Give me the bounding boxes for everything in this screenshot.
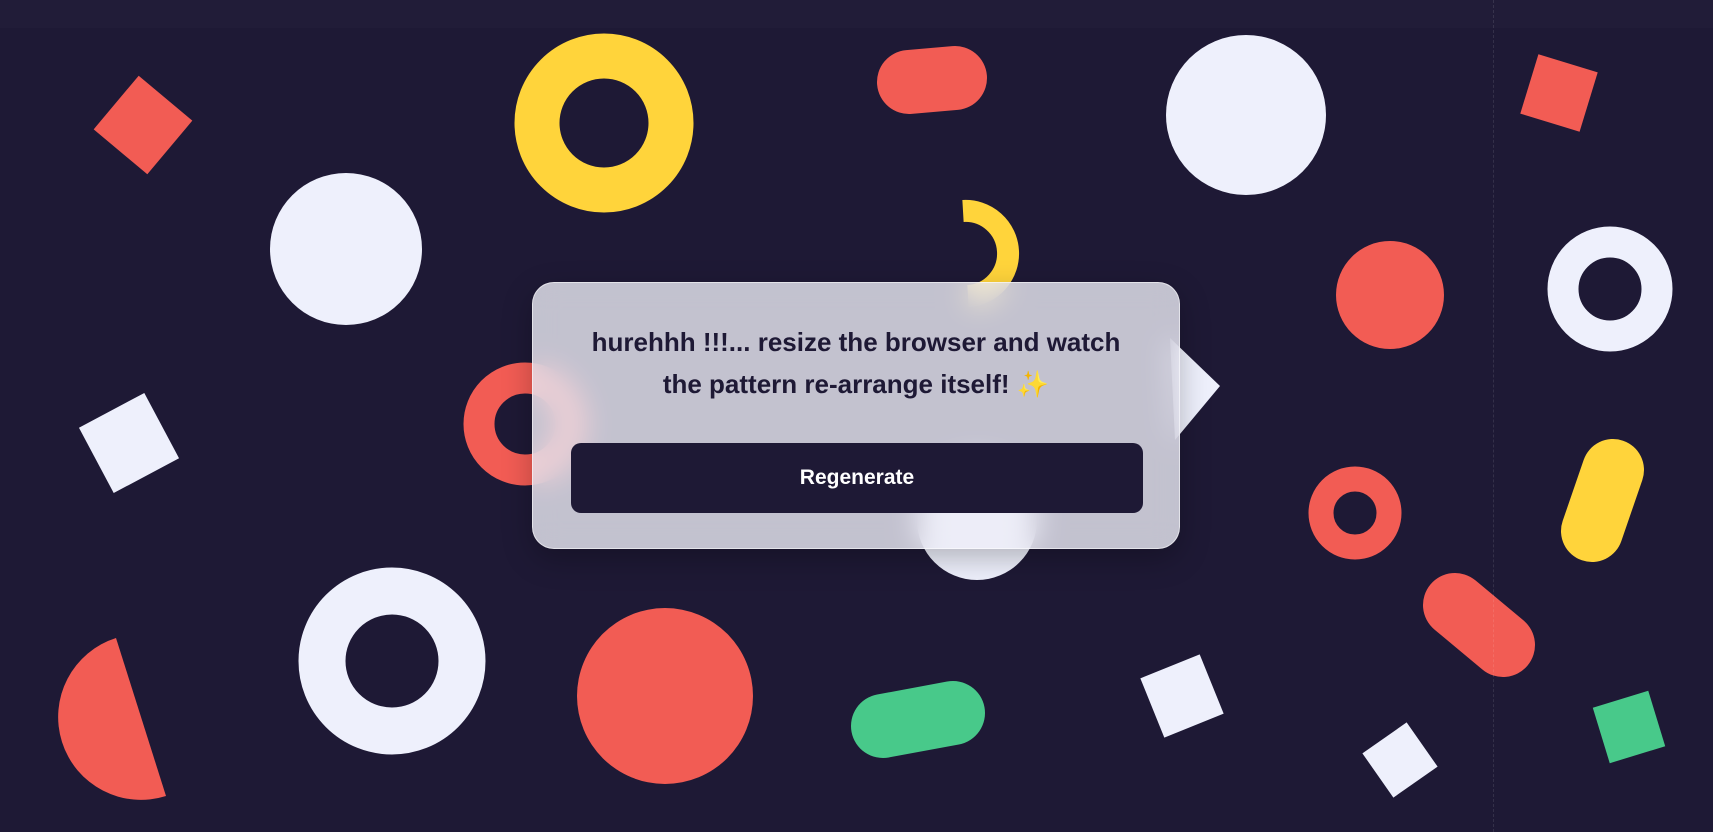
card-message: hurehhh !!!... resize the browser and wa… (573, 321, 1139, 405)
dashed-divider (1493, 0, 1494, 832)
white-square (1140, 654, 1224, 738)
white-square (78, 392, 180, 494)
white-circle (270, 173, 422, 325)
yellow-ring (514, 33, 694, 213)
yellow-pill (1561, 439, 1644, 562)
white-ring (1547, 226, 1673, 352)
message-card: hurehhh !!!... resize the browser and wa… (532, 282, 1180, 549)
white-square (1362, 722, 1438, 798)
white-circle (1166, 35, 1326, 195)
coral-square (1520, 54, 1598, 132)
pattern-canvas: hurehhh !!!... resize the browser and wa… (0, 0, 1713, 832)
green-square (1592, 690, 1666, 764)
coral-square (93, 75, 193, 175)
sparkles-icon: ✨ (1016, 369, 1050, 399)
green-pill (851, 681, 985, 758)
coral-pill (877, 46, 987, 114)
white-ring-large (298, 567, 486, 755)
coral-half-circle (58, 638, 166, 800)
coral-circle-large (577, 608, 753, 784)
coral-pill-diagonal (1423, 573, 1535, 677)
coral-ring-small (1308, 466, 1402, 560)
regenerate-button[interactable]: Regenerate (571, 443, 1143, 513)
coral-circle (1336, 241, 1444, 349)
